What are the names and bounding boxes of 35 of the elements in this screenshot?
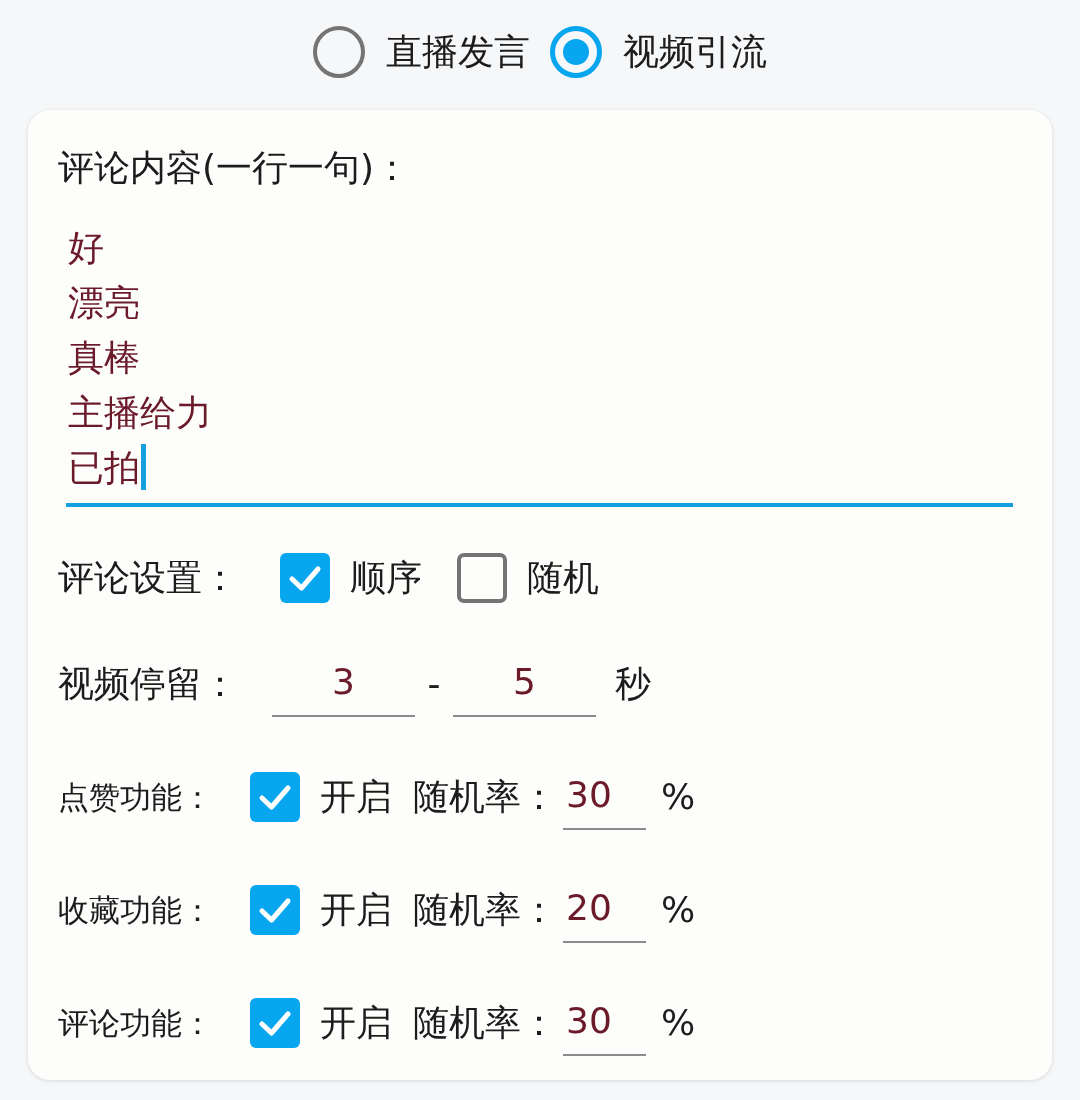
comment-textarea[interactable]: 好 漂亮 真棒 主播给力 已拍 bbox=[66, 220, 1013, 507]
feature-label: 评论功能： bbox=[58, 1004, 214, 1043]
checkbox-label[interactable]: 开启 bbox=[320, 1001, 392, 1045]
radio-label[interactable]: 直播发言 bbox=[386, 30, 530, 74]
percent-unit: % bbox=[661, 1001, 696, 1045]
checkbox-label[interactable]: 随机 bbox=[527, 556, 599, 600]
seconds-unit: 秒 bbox=[615, 662, 651, 706]
random-rate-label: 随机率： bbox=[413, 1001, 558, 1045]
max-seconds-field[interactable]: 5 bbox=[453, 651, 596, 717]
radio-label[interactable]: 视频引流 bbox=[623, 30, 767, 74]
checkbox-label[interactable]: 开启 bbox=[320, 888, 392, 932]
comment-content-label: 评论内容(一行一句)： bbox=[58, 146, 412, 190]
feature-label: 收藏功能： bbox=[58, 891, 214, 930]
random-rate-label: 随机率： bbox=[413, 775, 558, 819]
checkbox-label[interactable]: 开启 bbox=[320, 775, 392, 819]
comment-settings-label: 评论设置： bbox=[58, 556, 239, 600]
rate-field[interactable]: 30 bbox=[563, 990, 646, 1056]
radio-button[interactable] bbox=[550, 26, 602, 78]
min-seconds-field[interactable]: 3 bbox=[272, 651, 415, 717]
rate-field[interactable]: 20 bbox=[563, 877, 646, 943]
video-stay-label: 视频停留： bbox=[58, 662, 239, 706]
checkbox[interactable] bbox=[250, 998, 300, 1048]
percent-unit: % bbox=[661, 888, 696, 932]
rate-field[interactable]: 30 bbox=[563, 764, 646, 830]
text-cursor-icon bbox=[141, 444, 146, 490]
random-rate-label: 随机率： bbox=[413, 888, 558, 932]
checkbox[interactable] bbox=[280, 553, 330, 603]
checkbox-label[interactable]: 顺序 bbox=[350, 556, 422, 600]
feature-label: 点赞功能： bbox=[58, 778, 214, 817]
radio-button[interactable] bbox=[313, 26, 365, 78]
percent-unit: % bbox=[661, 775, 696, 819]
checkbox[interactable] bbox=[457, 553, 507, 603]
range-separator: - bbox=[426, 662, 442, 706]
checkbox[interactable] bbox=[250, 772, 300, 822]
checkbox[interactable] bbox=[250, 885, 300, 935]
